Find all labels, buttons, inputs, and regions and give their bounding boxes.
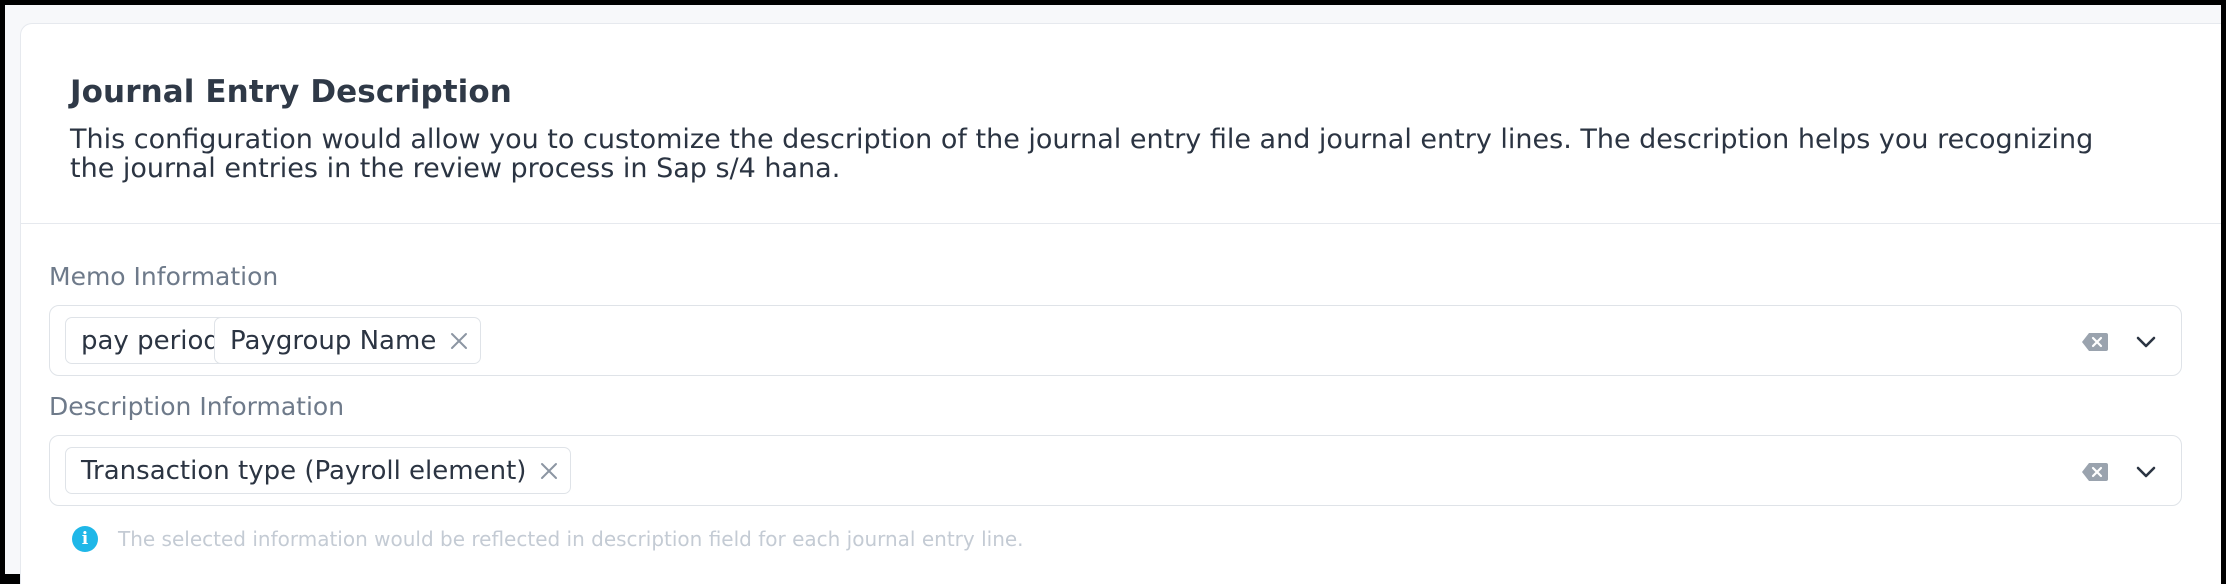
chip-label: Paygroup Name	[230, 325, 437, 356]
clear-all-icon[interactable]	[2081, 462, 2109, 482]
section-title: Journal Entry Description	[70, 74, 512, 110]
description-information-select[interactable]: Transaction type (Payroll element)	[49, 435, 2182, 506]
chip-paygroup-name: Paygroup Name	[214, 317, 482, 364]
memo-information-select[interactable]: pay period Paygroup Name	[49, 305, 2182, 376]
description-information-label: Description Information	[49, 392, 345, 421]
chevron-down-icon[interactable]	[2135, 332, 2157, 352]
card-header: Journal Entry Description This configura…	[21, 24, 2221, 224]
close-icon[interactable]	[450, 332, 468, 350]
chip-transaction-type: Transaction type (Payroll element)	[65, 447, 572, 494]
section-description: This configuration would allow you to cu…	[70, 124, 2094, 184]
chip-label: pay period	[81, 325, 220, 356]
close-icon[interactable]	[540, 462, 558, 480]
memo-information-label: Memo Information	[49, 262, 279, 291]
clear-all-icon[interactable]	[2081, 332, 2109, 352]
hint-text: The selected information would be reflec…	[118, 527, 1024, 551]
chip-label: Transaction type (Payroll element)	[81, 455, 527, 486]
info-icon: i	[72, 526, 98, 552]
chevron-down-icon[interactable]	[2135, 462, 2157, 482]
